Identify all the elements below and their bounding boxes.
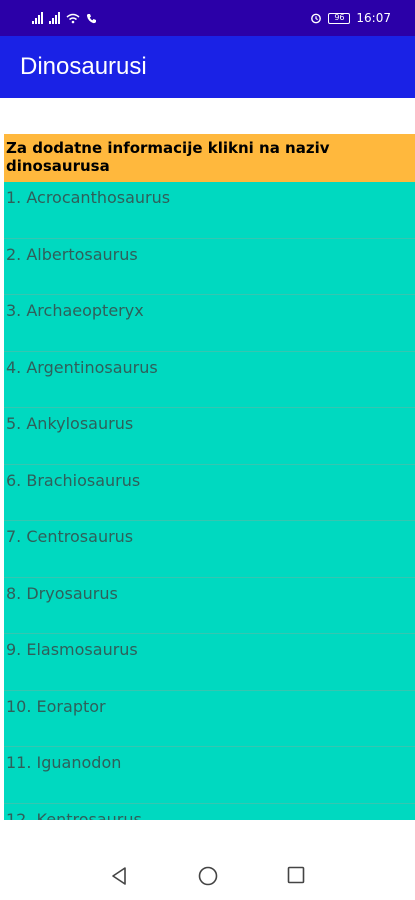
list-item-label[interactable]: 10. Eoraptor [6,697,106,716]
list-item[interactable]: 3. Archaeopteryx [4,295,415,352]
status-time: 16:07 [356,11,391,25]
list-item-label[interactable]: 6. Brachiosaurus [6,471,140,490]
list-item[interactable]: 12. Kentrosaurus [4,804,415,821]
signal-icon [32,12,43,24]
info-banner: Za dodatne informacije klikni na naziv d… [4,134,415,182]
list-item-label[interactable]: 3. Archaeopteryx [6,301,144,320]
list-item-label[interactable]: 11. Iguanodon [6,753,121,772]
call-icon [86,13,96,23]
signal-icon [49,12,60,24]
battery-icon: 96 [328,12,351,24]
content[interactable]: Za dodatne informacije klikni na naziv d… [4,134,415,820]
list-item[interactable]: 10. Eoraptor [4,691,415,747]
status-bar: 96 16:07 [0,0,415,36]
list-item[interactable]: 4. Argentinosaurus [4,352,415,408]
recents-icon[interactable] [287,866,305,884]
list-item[interactable]: 6. Brachiosaurus [4,465,415,521]
list-item[interactable]: 2. Albertosaurus [4,239,415,295]
list-item-label[interactable]: 5. Ankylosaurus [6,414,133,433]
dinosaur-list[interactable]: 1. Acrocanthosaurus 2. Albertosaurus 3. … [4,182,415,820]
info-banner-text: Za dodatne informacije klikni na naziv d… [6,139,330,175]
list-item-label[interactable]: 4. Argentinosaurus [6,358,158,377]
navigation-bar [0,852,415,900]
back-icon[interactable] [110,866,128,886]
home-icon[interactable] [198,866,218,886]
list-item[interactable]: 11. Iguanodon [4,747,415,804]
list-item-label[interactable]: 8. Dryosaurus [6,584,118,603]
app-title: Dinosaurusi [20,53,147,80]
status-left [32,12,97,24]
list-item[interactable]: 9. Elasmosaurus [4,634,415,691]
list-item-label[interactable]: 2. Albertosaurus [6,245,138,264]
list-item[interactable]: 1. Acrocanthosaurus [4,182,415,239]
list-item-label[interactable]: 1. Acrocanthosaurus [6,188,170,207]
alarm-icon [311,13,322,24]
wifi-icon [66,13,80,23]
list-item-label[interactable]: 12. Kentrosaurus [6,810,142,821]
list-item-label[interactable]: 7. Centrosaurus [6,527,133,546]
list-item[interactable]: 5. Ankylosaurus [4,408,415,465]
app-bar: Dinosaurusi [0,36,415,98]
list-item[interactable]: 7. Centrosaurus [4,521,415,578]
list-item-label[interactable]: 9. Elasmosaurus [6,640,138,659]
status-right: 96 16:07 [310,11,391,25]
list-item[interactable]: 8. Dryosaurus [4,578,415,634]
